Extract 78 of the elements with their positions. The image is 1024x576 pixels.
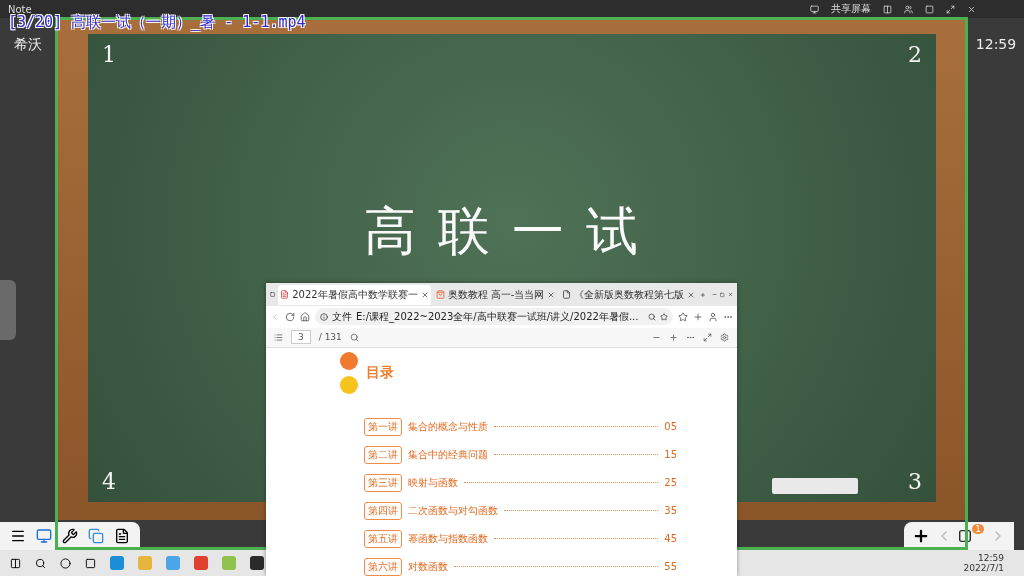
- circle-icon[interactable]: [60, 557, 71, 569]
- corner-number: 3: [908, 469, 922, 494]
- favorites-icon[interactable]: [678, 311, 688, 322]
- page-icon[interactable]: [958, 529, 973, 543]
- browser-tab[interactable]: 《全新版奥数教程第七版: [560, 284, 698, 305]
- close-icon[interactable]: [420, 290, 429, 299]
- wrench-icon[interactable]: [62, 528, 78, 544]
- app-label: 希沃: [14, 36, 42, 54]
- app-name: Note: [8, 3, 32, 15]
- task-view-icon[interactable]: [85, 557, 96, 569]
- users-icon[interactable]: [904, 4, 913, 14]
- clock-time: 12:59: [978, 553, 1004, 563]
- page-total: / 131: [318, 332, 342, 343]
- square-icon[interactable]: [925, 4, 934, 14]
- toc-heading: 目录: [366, 364, 394, 382]
- maximize-icon[interactable]: [720, 290, 725, 299]
- toc-page: 15: [664, 449, 677, 461]
- contents-icon[interactable]: [274, 332, 283, 342]
- share-label[interactable]: 共享屏幕: [831, 2, 871, 16]
- address-url: E:/课程_2022~2023全年/高中联赛一试班/讲义/2022年暑假...: [356, 309, 639, 324]
- browser-tab[interactable]: 2022年暑假高中数学联赛一: [278, 284, 431, 305]
- toc-page: 05: [664, 421, 677, 433]
- copy-icon[interactable]: [88, 528, 104, 544]
- monitor-icon[interactable]: [36, 528, 52, 544]
- star-icon[interactable]: [660, 312, 668, 321]
- toc-page: 55: [664, 561, 677, 573]
- address-prefix: 文件: [332, 309, 352, 324]
- clock-date: 2022/7/1: [963, 563, 1004, 573]
- layout-icon[interactable]: [883, 4, 892, 14]
- info-icon: [320, 312, 328, 321]
- zoom-in-icon[interactable]: [669, 332, 678, 342]
- close-icon[interactable]: [547, 290, 556, 299]
- close-icon[interactable]: [967, 4, 976, 14]
- page-badge: 1: [972, 524, 984, 534]
- refresh-icon[interactable]: [285, 311, 295, 322]
- toc-title: 幂函数与指数函数: [408, 532, 488, 546]
- collections-icon[interactable]: [693, 311, 703, 322]
- home-icon[interactable]: [300, 311, 310, 322]
- document-icon[interactable]: [114, 528, 130, 544]
- time-label: 12:59: [975, 36, 1017, 52]
- side-handle[interactable]: [0, 280, 16, 340]
- zoom-icon[interactable]: [648, 312, 656, 321]
- address-bar[interactable]: 文件 E:/课程_2022~2023全年/高中联赛一试班/讲义/2022年暑假...: [315, 308, 673, 326]
- page-number-field[interactable]: 3: [291, 330, 311, 345]
- tab-actions-icon[interactable]: [270, 290, 276, 300]
- toc-page: 35: [664, 505, 677, 517]
- settings-icon[interactable]: [720, 332, 729, 342]
- toc-title: 映射与函数: [408, 476, 458, 490]
- lecture-tag: 第五讲: [364, 530, 402, 548]
- expand-icon[interactable]: [946, 4, 955, 14]
- toc-page: 45: [664, 533, 677, 545]
- browser-tab[interactable]: 奥数教程 高一-当当网: [433, 284, 558, 305]
- corner-number: 1: [102, 42, 116, 67]
- toc-title: 集合的概念与性质: [408, 420, 488, 434]
- lecture-tag: 第四讲: [364, 502, 402, 520]
- lecture-tag: 第二讲: [364, 446, 402, 464]
- page-icon: [562, 290, 572, 300]
- app-icon[interactable]: [250, 556, 264, 570]
- lecture-tag: 第一讲: [364, 418, 402, 436]
- handwriting: 高联一试: [364, 200, 660, 263]
- corner-number: 4: [102, 469, 116, 494]
- corner-number: 2: [908, 42, 922, 67]
- decor-dot: [340, 352, 358, 370]
- toc-page: 25: [664, 477, 677, 489]
- search-icon[interactable]: [35, 557, 46, 569]
- profile-icon[interactable]: [708, 311, 718, 322]
- bag-icon: [435, 290, 445, 300]
- toc-title: 二次函数与对勾函数: [408, 504, 498, 518]
- document-icon: [280, 290, 290, 300]
- menu-icon[interactable]: [10, 528, 26, 544]
- toc-title: 对数函数: [408, 560, 448, 574]
- fit-icon[interactable]: [703, 332, 712, 342]
- lecture-tag: 第三讲: [364, 474, 402, 492]
- decor-dot: [340, 376, 358, 394]
- monitor-icon[interactable]: [810, 4, 819, 14]
- lecture-tag: 第六讲: [364, 558, 402, 576]
- toc-title: 集合中的经典问题: [408, 448, 488, 462]
- close-icon[interactable]: [687, 290, 696, 299]
